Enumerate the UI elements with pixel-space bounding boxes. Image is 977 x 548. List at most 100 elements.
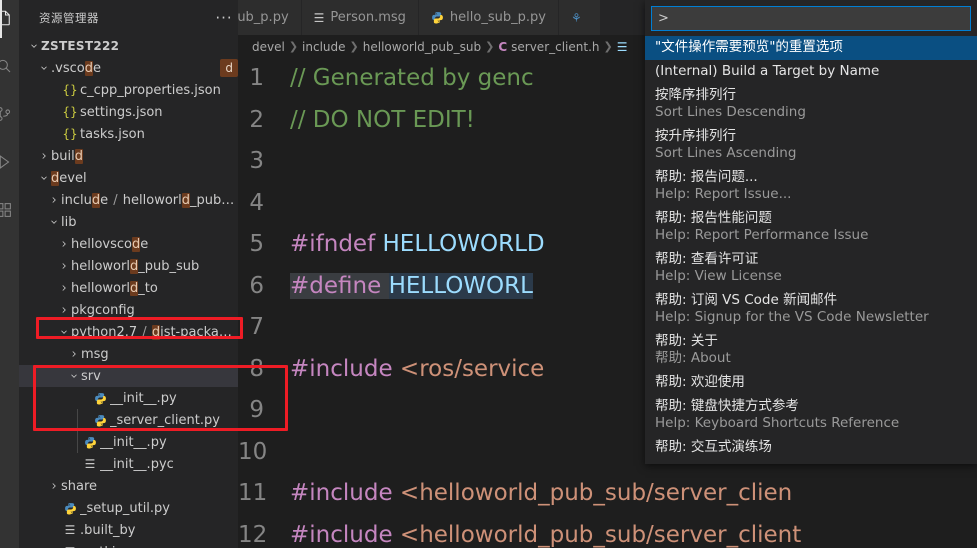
chevron-right-icon[interactable] xyxy=(67,349,81,359)
command-palette-item-11[interactable]: 帮助: 交互式演练场 xyxy=(645,436,977,460)
tree-item-lib[interactable]: lib xyxy=(19,211,238,233)
chevron-down-icon[interactable] xyxy=(67,371,81,381)
tree-item-helloworld-to[interactable]: helloworld_to xyxy=(19,277,238,299)
command-label: 帮助: 查看许可证 xyxy=(655,251,759,267)
tree-item-label: _setup_util.py xyxy=(80,500,170,516)
command-palette-item-2[interactable]: 按降序排列行 Sort Lines Descending xyxy=(645,84,977,125)
symbol-namespace-icon[interactable]: ☰ xyxy=(617,40,628,54)
tree-item-srv[interactable]: srv xyxy=(19,365,238,387)
tree-item-built-by[interactable]: ☰ .built_by xyxy=(19,519,238,541)
tree-item-label: __init__.py xyxy=(100,434,167,450)
source-control-icon[interactable] xyxy=(0,100,18,128)
tree-item-zstest222[interactable]: ZSTEST222 xyxy=(19,35,238,57)
tree-item-catkin[interactable]: ☰.catkin xyxy=(19,541,238,548)
tree-item-build[interactable]: build xyxy=(19,145,238,167)
activity-bar xyxy=(0,0,19,548)
command-palette-item-0[interactable]: "文件操作需要预览"的重置选项 xyxy=(645,36,977,60)
command-label: 帮助: 报告问题... xyxy=(655,169,758,185)
chevron-right-icon[interactable] xyxy=(57,305,71,315)
tree-item-label: __init__.py xyxy=(110,390,177,406)
breadcrumb-file[interactable]: server_client.h xyxy=(511,40,599,54)
chevron-right-icon[interactable] xyxy=(57,283,71,293)
chevron-right-icon[interactable] xyxy=(57,261,71,271)
command-palette: "文件操作需要预览"的重置选项 (Internal) Build a Target… xyxy=(645,0,977,464)
line-number: 3 xyxy=(249,148,264,174)
code-line[interactable]: 11 #include <helloworld_pub_sub/server_cl… xyxy=(238,473,977,515)
chevron-down-icon[interactable] xyxy=(37,63,51,73)
tree-item-devel[interactable]: devel xyxy=(19,167,238,189)
command-label: 按升序排列行 xyxy=(655,128,736,144)
command-palette-item-3[interactable]: 按升序排列行 Sort Lines Ascending xyxy=(645,125,977,166)
command-palette-item-6[interactable]: 帮助: 查看许可证 Help: View License xyxy=(645,248,977,289)
command-palette-item-9[interactable]: 帮助: 欢迎使用 xyxy=(645,371,977,395)
breadcrumb-item-0[interactable]: devel xyxy=(252,40,285,54)
command-palette-list[interactable]: "文件操作需要预览"的重置选项 (Internal) Build a Target… xyxy=(645,36,977,464)
line-number: 10 xyxy=(238,438,268,465)
python-file-icon xyxy=(91,392,109,405)
tree-item-share[interactable]: share xyxy=(19,475,238,497)
chevron-right-icon[interactable] xyxy=(47,195,61,205)
chevron-right-icon[interactable] xyxy=(47,481,61,491)
tree-item-setup-util-py[interactable]: _setup_util.py xyxy=(19,497,238,519)
python-file-icon xyxy=(91,414,109,427)
tree-item-c-cpp-properties-json[interactable]: {} c_cpp_properties.json xyxy=(19,79,238,101)
command-palette-item-1[interactable]: (Internal) Build a Target by Name xyxy=(645,60,977,84)
line-number: 12 xyxy=(238,521,268,548)
code-line[interactable]: 12 #include <helloworld_pub_sub/server_cl… xyxy=(238,515,977,548)
search-icon[interactable] xyxy=(0,52,18,80)
tree-item-label: helloworld_to xyxy=(71,280,158,296)
tree-item-label: build xyxy=(51,148,83,164)
explorer-icon[interactable] xyxy=(0,0,18,38)
command-label: (Internal) Build a Target by Name xyxy=(655,63,880,79)
file-tree[interactable]: ZSTEST222 .vscode d{} c_cpp_properties.json… xyxy=(19,35,238,548)
tree-item-label: .catkin xyxy=(80,545,124,548)
tree-item-init-py[interactable]: __init__.py xyxy=(19,387,238,409)
extensions-icon[interactable] xyxy=(0,196,18,224)
tree-item-msg[interactable]: msg xyxy=(19,343,238,365)
editor-tab-extra[interactable]: ⚘ xyxy=(558,0,601,35)
chevron-down-icon[interactable] xyxy=(37,173,51,183)
breadcrumb-item-2[interactable]: helloworld_pub_sub xyxy=(363,40,481,54)
text-file-icon: ☰ xyxy=(64,523,76,537)
command-palette-item-8[interactable]: 帮助: 关于 帮助: About xyxy=(645,330,977,371)
editor-tab-person-msg[interactable]: ☰ Person.msg xyxy=(301,0,419,35)
command-palette-item-7[interactable]: 帮助: 订阅 VS Code 新闻邮件 Help: Signup for the … xyxy=(645,289,977,330)
json-file-icon: {} xyxy=(62,83,78,97)
tree-item-settings-json[interactable]: {} settings.json xyxy=(19,101,238,123)
editor-tab-lo-pub-p-py[interactable]: lo_pub_p.py xyxy=(238,0,302,35)
command-palette-item-5[interactable]: 帮助: 报告性能问题 Help: Report Performance Issue xyxy=(645,207,977,248)
sidebar-more-actions-icon[interactable]: ··· xyxy=(212,10,236,25)
tree-item-include-helloworld-pub-sub[interactable]: include / helloworld_pub_sub xyxy=(19,189,238,211)
search-match-badge: d xyxy=(220,59,238,77)
tree-item-init-pyc[interactable]: ☰ __init__.pyc xyxy=(19,453,238,475)
tab-label: lo_pub_p.py xyxy=(238,10,289,25)
tree-item-python2-7-dist-packages[interactable]: python2.7 / dist-packages / ... xyxy=(19,321,238,343)
chevron-down-icon[interactable] xyxy=(27,41,41,51)
run-debug-icon[interactable] xyxy=(0,148,18,176)
tree-item-label: devel xyxy=(51,170,87,186)
tree-item-label: tasks.json xyxy=(80,126,145,142)
chevron-down-icon[interactable] xyxy=(57,327,71,337)
chevron-down-icon[interactable] xyxy=(47,217,61,227)
command-palette-item-4[interactable]: 帮助: 报告问题... Help: Report Issue... xyxy=(645,166,977,207)
command-palette-item-10[interactable]: 帮助: 键盘快捷方式参考 Help: Keyboard Shortcuts Ref… xyxy=(645,395,977,436)
tree-item-vscode[interactable]: .vscode d xyxy=(19,57,238,79)
command-palette-input[interactable] xyxy=(651,6,971,31)
tree-item-hellovscode[interactable]: hellovscode xyxy=(19,233,238,255)
tree-item-server-client-py[interactable]: _server_client.py xyxy=(19,409,238,431)
tree-item-helloworld-pub-sub[interactable]: helloworld_pub_sub xyxy=(19,255,238,277)
python-file-icon xyxy=(61,502,79,515)
tree-item-init-py[interactable]: __init__.py xyxy=(19,431,238,453)
tree-item-pkgconfig[interactable]: pkgconfig xyxy=(19,299,238,321)
breadcrumb-item-1[interactable]: include xyxy=(302,40,345,54)
tree-item-tasks-json[interactable]: {} tasks.json xyxy=(19,123,238,145)
tree-item-label: pkgconfig xyxy=(71,302,135,318)
command-palette-input-wrap xyxy=(645,0,977,36)
chevron-right-icon[interactable] xyxy=(57,239,71,249)
tree-item-label: srv xyxy=(81,368,101,384)
json-file-icon: {} xyxy=(62,105,78,119)
editor-tab-hello-sub-p-py[interactable]: hello_sub_p.py xyxy=(418,0,559,35)
chevron-right-icon[interactable] xyxy=(37,151,51,161)
